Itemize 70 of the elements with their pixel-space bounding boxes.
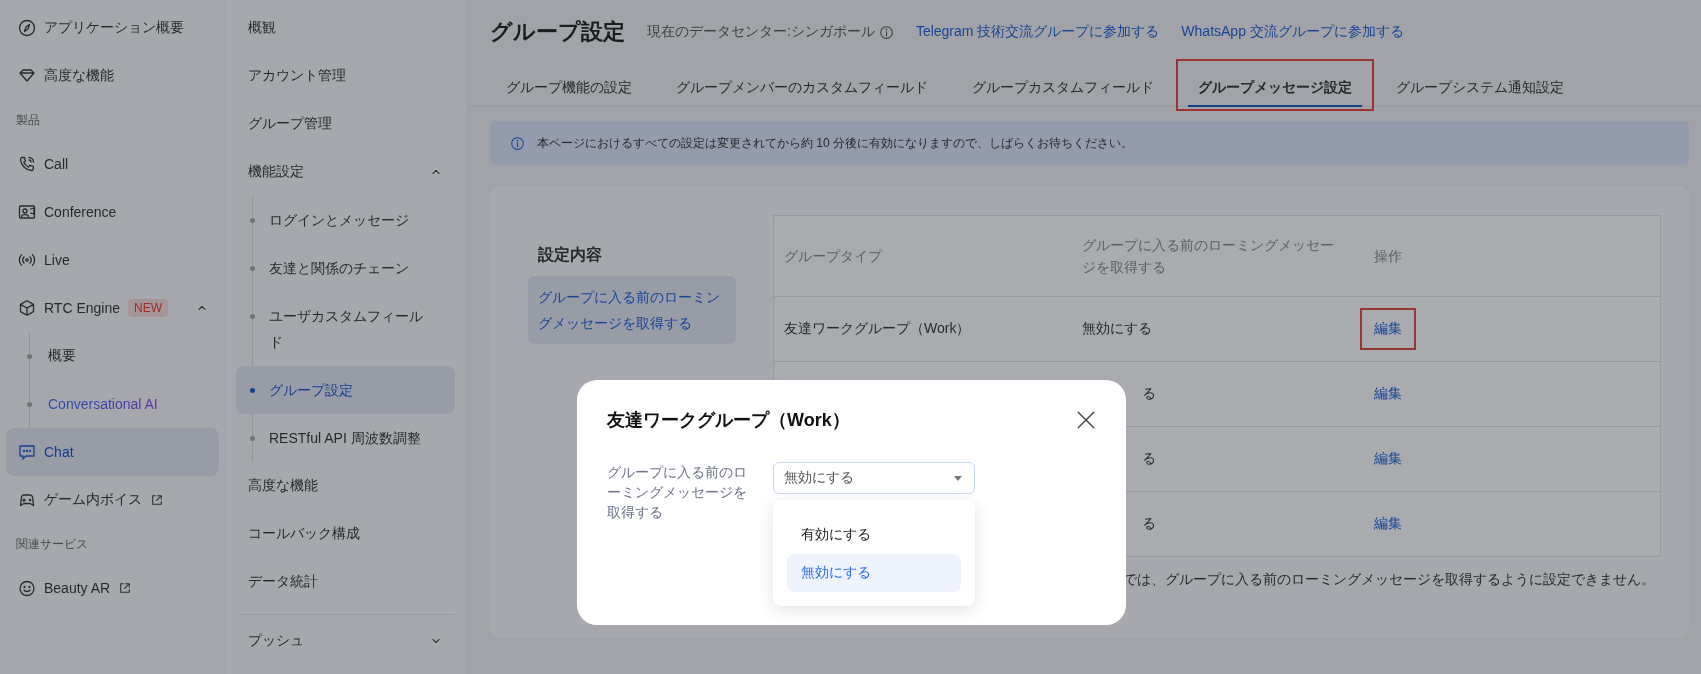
nav-item[interactable]: Chat (6, 428, 219, 476)
close-button[interactable] (1076, 410, 1096, 430)
datacenter-label: 現在のデータセンター:シンガポール (647, 23, 875, 41)
table-cell: 友達ワークグループ（Work） (784, 320, 971, 336)
notice-text: 本ページにおけるすべての設定は変更されてから約 10 分後に有効になりますので、しばらくお待ちください。 (537, 134, 1133, 152)
column-header: グループに入る前のローミングメッセージを取得する (1081, 236, 1335, 277)
table-cell: る (1141, 450, 1156, 466)
tab[interactable]: グループメンバーのカスタムフィールド (666, 71, 938, 107)
community-link[interactable]: Telegram 技術交流グループに参加する (915, 23, 1160, 41)
edit-link[interactable]: 編集 (1359, 308, 1416, 350)
video-conference-icon (18, 203, 36, 221)
phone-icon (18, 155, 36, 173)
new-badge: NEW (128, 299, 168, 317)
dropdown-option[interactable]: 無効にする (787, 554, 961, 592)
close-icon (1076, 410, 1096, 430)
external-link-icon (150, 493, 164, 507)
nav-item[interactable]: ゲーム内ボイス (6, 476, 219, 524)
community-link[interactable]: WhatsApp 交流グループに参加する (1181, 23, 1404, 41)
external-link-icon (118, 581, 133, 595)
compass-icon (18, 19, 36, 37)
gamepad-icon (18, 491, 36, 509)
submenu-item[interactable]: ログインとメッセージ (250, 196, 455, 244)
nav-subitem[interactable]: Conversational AI (48, 396, 158, 412)
edit-link[interactable]: 編集 (1359, 438, 1416, 480)
field-label: グループに入る前のローミングメッセージを取得する (607, 463, 748, 522)
nav-item[interactable]: Beauty AR (6, 564, 219, 612)
menu-item[interactable]: プッシュ (238, 617, 455, 665)
menu-item[interactable]: 高度な機能 (238, 462, 455, 510)
menu-item[interactable]: コールバック構成 (238, 510, 455, 558)
nav-item[interactable]: Conference (6, 188, 219, 236)
info-icon (878, 24, 894, 40)
menu-item[interactable]: アカウント管理 (238, 52, 455, 100)
smiley-icon (18, 579, 36, 597)
nav-item[interactable]: Call (6, 140, 219, 188)
dialog-title: 友達ワークグループ（Work） (607, 409, 850, 432)
menu-item[interactable]: 機能設定 (238, 148, 455, 196)
dropdown-option[interactable]: 有効にする (787, 516, 961, 554)
table-cell: 無効にする (1081, 320, 1152, 336)
chat-icon (18, 443, 36, 461)
column-header: グループタイプ (784, 248, 882, 264)
table-cell: る (1141, 385, 1156, 401)
menu-item[interactable]: グループ管理 (238, 100, 455, 148)
menu-item[interactable]: 概観 (238, 4, 455, 52)
nav-item[interactable]: アプリケーション概要 (6, 4, 219, 52)
section-label: 関連サービス (16, 535, 88, 553)
nav-item[interactable]: 高度な機能 (6, 52, 219, 100)
submenu-item[interactable]: グループ設定 (236, 366, 455, 414)
nav-item[interactable]: Live (6, 236, 219, 284)
edit-link[interactable]: 編集 (1359, 503, 1416, 545)
section-label: 製品 (16, 111, 40, 129)
tab[interactable]: グループ機能の設定 (496, 71, 642, 107)
cube-icon (18, 299, 36, 317)
tab[interactable]: グループカスタムフィールド (962, 71, 1164, 107)
edit-link[interactable]: 編集 (1359, 373, 1416, 415)
submenu-item[interactable]: 友達と関係のチェーン (250, 244, 455, 292)
submenu-item[interactable]: ユーザカスタムフィールド (250, 292, 455, 366)
caret-icon (954, 475, 962, 481)
setting-item[interactable]: グループに入る前のローミングメッセージを取得する (528, 276, 736, 344)
broadcast-icon (18, 251, 36, 269)
section-title: 設定内容 (538, 245, 603, 265)
menu-item[interactable]: データ統計 (238, 558, 455, 606)
info-icon (510, 135, 525, 151)
nav-subitem[interactable]: 概要 (48, 347, 76, 365)
page-title: グループ設定 (490, 18, 625, 46)
tab[interactable]: グループシステム通知設定 (1386, 71, 1574, 107)
select-field[interactable]: 無効にする (773, 462, 975, 494)
table-cell: る (1141, 515, 1156, 531)
column-header: 操作 (1373, 248, 1402, 264)
nav-item[interactable]: RTC Engine NEW (6, 284, 219, 332)
submenu-item[interactable]: RESTful API 周波数調整 (250, 414, 455, 462)
